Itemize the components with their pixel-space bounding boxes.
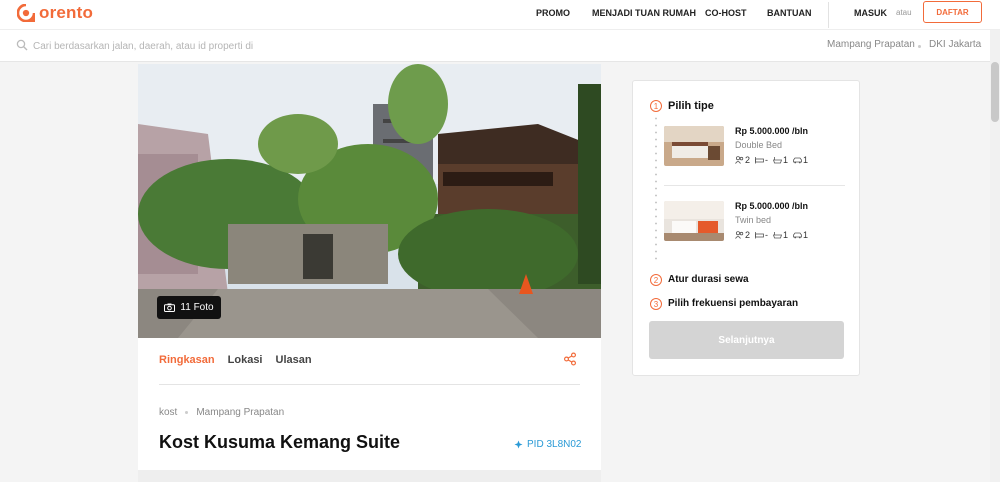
- bathtub-icon: [773, 232, 783, 239]
- car-icon: [793, 232, 802, 239]
- search-bar: Mampang Prapatan DKI Jakarta: [0, 30, 1000, 62]
- amenity-occupancy: 2: [735, 230, 750, 240]
- camera-icon: [164, 303, 176, 312]
- amenity-bed: -: [755, 230, 768, 240]
- or-text: atau: [896, 8, 912, 17]
- nav-become-host[interactable]: MENJADI TUAN RUMAH: [592, 8, 696, 18]
- tabs-divider: [159, 384, 580, 385]
- tab-summary[interactable]: Ringkasan: [159, 354, 215, 366]
- property-tabs: Ringkasan Lokasi Ulasan: [159, 354, 312, 366]
- nav-cohost[interactable]: CO-HOST: [705, 8, 747, 18]
- amenity-bath: 1: [773, 230, 788, 240]
- section-divider: [138, 470, 601, 482]
- orento-logo-icon: [17, 4, 35, 22]
- nav-help[interactable]: BANTUAN: [767, 8, 812, 18]
- property-id-label: PID 3L8N02: [527, 439, 582, 450]
- room-amenities: 2 - 1 1: [735, 230, 808, 240]
- amenity-parking: 1: [793, 155, 808, 165]
- pin-icon: [514, 440, 523, 449]
- step-2-number: 2: [650, 274, 662, 286]
- register-button[interactable]: DAFTAR: [923, 1, 982, 23]
- person-icon: [735, 156, 744, 164]
- room-amenities: 2 - 1 1: [735, 155, 808, 165]
- scrollbar-thumb[interactable]: [991, 62, 999, 122]
- step-2-label[interactable]: Atur durasi sewa: [668, 274, 749, 285]
- step-1-number: 1: [650, 100, 662, 112]
- top-header: orento PROMO MENJADI TUAN RUMAH CO-HOST …: [0, 0, 1000, 30]
- room-photo: [664, 201, 724, 241]
- step-1-label: Pilih tipe: [668, 100, 714, 112]
- property-title: Kost Kusuma Kemang Suite: [159, 432, 401, 452]
- next-button[interactable]: Selanjutnya: [649, 321, 844, 359]
- logo[interactable]: orento: [17, 3, 93, 23]
- step-connector: [655, 115, 657, 263]
- bed-icon: [755, 157, 764, 164]
- photo-count-button[interactable]: 11 Foto: [157, 296, 221, 319]
- property-area[interactable]: Mampang Prapatan: [196, 407, 284, 418]
- step-3-label[interactable]: Pilih frekuensi pembayaran: [668, 298, 798, 309]
- car-icon: [793, 157, 802, 164]
- room-divider: [664, 185, 845, 186]
- scrollbar[interactable]: [990, 30, 1000, 482]
- property-type: kost: [159, 407, 178, 418]
- room-option-double[interactable]: Rp 5.000.000 /bln Double Bed 2 - 1 1: [664, 126, 844, 168]
- property-photo[interactable]: 11 Foto: [138, 64, 601, 338]
- property-card: 11 Foto Ringkasan Lokasi Ulasan kost Mam…: [138, 64, 601, 482]
- meta-separator: [185, 411, 189, 414]
- search-icon: [16, 39, 28, 51]
- photo-count-label: 11 Foto: [180, 302, 214, 313]
- location-area[interactable]: Mampang Prapatan: [827, 39, 915, 50]
- person-icon: [735, 231, 744, 239]
- room-price: Rp 5.000.000 /bln: [735, 201, 809, 211]
- bathtub-icon: [773, 157, 783, 164]
- location-city[interactable]: DKI Jakarta: [929, 39, 981, 50]
- room-type: Double Bed: [735, 140, 783, 150]
- room-photo: [664, 126, 724, 166]
- property-meta: kost Mampang Prapatan: [159, 407, 284, 418]
- amenity-occupancy: 2: [735, 155, 750, 165]
- nav-promo[interactable]: PROMO: [536, 8, 570, 18]
- amenity-bed: -: [755, 155, 768, 165]
- tab-reviews[interactable]: Ulasan: [276, 354, 312, 366]
- amenity-bath: 1: [773, 155, 788, 165]
- login-link[interactable]: MASUK: [854, 8, 887, 18]
- tab-location[interactable]: Lokasi: [228, 354, 263, 366]
- step-3-number: 3: [650, 298, 662, 310]
- share-icon[interactable]: [563, 352, 577, 366]
- room-price: Rp 5.000.000 /bln: [735, 126, 809, 136]
- room-type: Twin bed: [735, 215, 772, 225]
- room-option-twin[interactable]: Rp 5.000.000 /bln Twin bed 2 - 1 1: [664, 201, 844, 243]
- bed-icon: [755, 232, 764, 239]
- booking-card: 1 Pilih tipe Rp 5.000.000 /bln Double Be…: [632, 80, 860, 376]
- amenity-parking: 1: [793, 230, 808, 240]
- property-id: PID 3L8N02: [514, 439, 581, 450]
- brand-name: orento: [39, 3, 94, 22]
- nav-divider: [828, 2, 829, 28]
- crumb-separator: [918, 45, 921, 48]
- search-input[interactable]: [33, 36, 533, 56]
